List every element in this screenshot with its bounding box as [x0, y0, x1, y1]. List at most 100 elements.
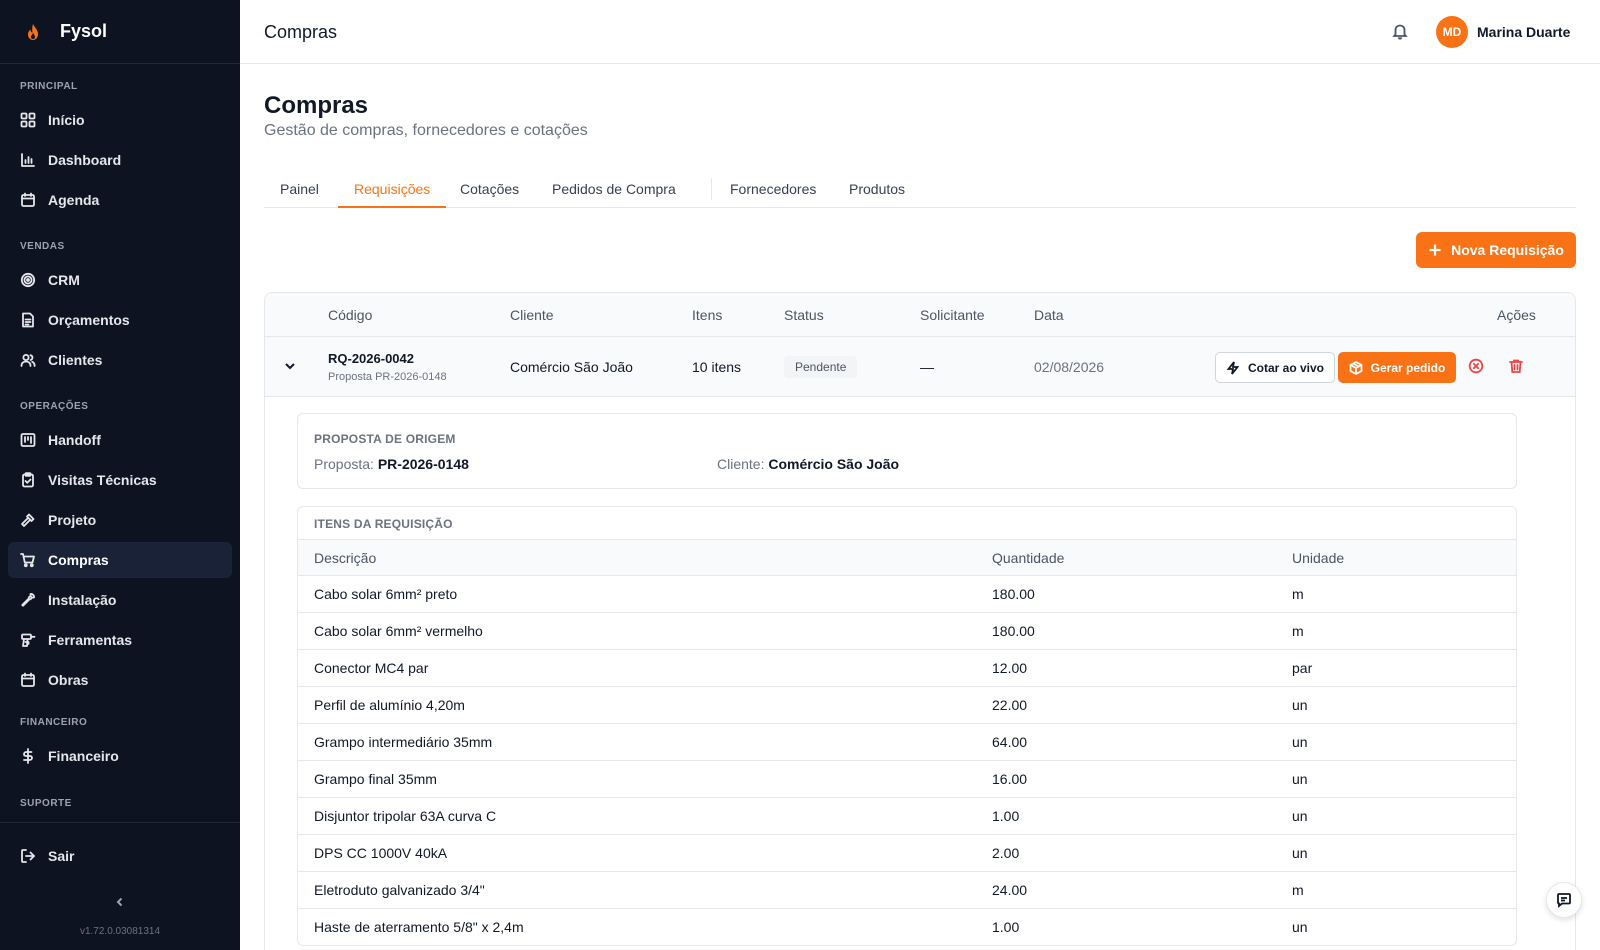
tab-produtos[interactable]: Produtos	[833, 170, 921, 208]
nav-section-vendas: VENDAS	[20, 241, 65, 252]
cart-icon	[20, 553, 35, 568]
chevron-left-icon	[116, 897, 123, 907]
item-unit: m	[1292, 586, 1304, 602]
brand[interactable]: Fysol	[0, 0, 240, 64]
requisition-client: Comércio São João	[510, 359, 633, 375]
collapse-sidebar-button[interactable]	[110, 892, 130, 912]
trash-icon	[1509, 359, 1523, 373]
sidebar-item-dashboard[interactable]: Dashboard	[8, 142, 232, 178]
kanban-icon	[20, 433, 36, 447]
app-version: v1.72.0.03081314	[79, 926, 161, 937]
sidebar-item-label: CRM	[48, 272, 80, 288]
cancel-requisition-button[interactable]	[1468, 358, 1486, 376]
sidebar-item-label: Projeto	[48, 512, 97, 528]
sidebar-item-handoff[interactable]: Handoff	[8, 422, 232, 458]
document-icon	[22, 312, 34, 328]
item-unit: un	[1292, 734, 1308, 750]
table-row: Cabo solar 6mm² preto 180.00 m	[298, 576, 1516, 613]
chat-button[interactable]	[1546, 882, 1582, 918]
column-header-codigo[interactable]: Código	[328, 307, 372, 323]
sidebar-item-agenda[interactable]: Agenda	[8, 182, 232, 218]
origin-client-key: Cliente:	[717, 456, 765, 472]
items-column-descricao: Descrição	[314, 550, 377, 566]
new-requisition-button[interactable]: Nova Requisição	[1416, 232, 1576, 268]
generate-order-button[interactable]: Gerar pedido	[1338, 352, 1456, 383]
sidebar-item-clientes[interactable]: Clientes	[8, 342, 232, 378]
origin-card-title: PROPOSTA DE ORIGEM	[314, 432, 456, 446]
tab-painel[interactable]: Painel	[264, 170, 335, 208]
target-icon	[20, 272, 36, 288]
home-grid-icon	[20, 112, 36, 128]
item-description: Haste de aterramento 5/8" x 2,4m	[314, 919, 524, 935]
avatar[interactable]: MD	[1436, 16, 1468, 48]
sidebar-item-inicio[interactable]: Início	[8, 102, 232, 138]
sidebar-item-orcamentos[interactable]: Orçamentos	[8, 302, 232, 338]
table-row: Haste de aterramento 5/8" x 2,4m 1.00 un	[298, 909, 1516, 945]
sidebar-item-crm[interactable]: CRM	[8, 262, 232, 298]
notifications-button[interactable]	[1391, 22, 1409, 40]
table-row[interactable]: RQ-2026-0042 Proposta PR-2026-0148 Comér…	[265, 337, 1575, 397]
calendar-icon	[21, 192, 35, 207]
origin-proposal-key: Proposta:	[314, 456, 374, 472]
item-quantity: 1.00	[992, 919, 1020, 935]
requisition-items-card: ITENS DA REQUISIÇÃO Descrição Quantidade…	[297, 506, 1517, 946]
logout-label: Sair	[48, 848, 75, 864]
logout-button[interactable]: Sair	[8, 838, 232, 874]
sidebar-item-label: Handoff	[48, 432, 101, 448]
sidebar-item-instalacao[interactable]: Instalação	[8, 582, 232, 618]
column-header-status[interactable]: Status	[784, 307, 824, 323]
table-row: Perfil de alumínio 4,20m 22.00 un	[298, 687, 1516, 724]
cancel-circle-icon	[1468, 358, 1484, 374]
delete-requisition-button[interactable]	[1508, 358, 1526, 376]
origin-proposal: Proposta: PR-2026-0148	[314, 456, 469, 472]
sidebar-item-compras[interactable]: Compras	[8, 542, 232, 578]
sidebar-item-projeto[interactable]: Projeto	[8, 502, 232, 538]
tab-cotacoes[interactable]: Cotações	[444, 170, 535, 208]
tabs-divider	[711, 178, 712, 200]
generate-order-label: Gerar pedido	[1370, 360, 1446, 375]
item-unit: par	[1292, 660, 1313, 676]
sidebar-item-label: Visitas Técnicas	[48, 472, 157, 488]
item-quantity: 180.00	[992, 586, 1035, 602]
sidebar-item-ferramentas[interactable]: Ferramentas	[8, 622, 232, 658]
origin-proposal-value[interactable]: PR-2026-0148	[378, 456, 469, 472]
requisition-items-count: 10 itens	[692, 359, 742, 375]
sidebar-item-label: Agenda	[48, 192, 100, 208]
nav-section-suporte: SUPORTE	[20, 798, 72, 809]
tab-fornecedores[interactable]: Fornecedores	[714, 170, 832, 208]
table-row: Grampo final 35mm 16.00 un	[298, 761, 1516, 798]
chat-icon	[1557, 893, 1571, 908]
item-description: Grampo final 35mm	[314, 771, 437, 787]
item-description: Conector MC4 par	[314, 660, 429, 676]
item-quantity: 2.00	[992, 845, 1020, 861]
quote-live-label: Cotar ao vivo	[1247, 360, 1325, 375]
new-requisition-label: Nova Requisição	[1451, 242, 1564, 258]
status-badge: Pendente	[784, 356, 858, 378]
sidebar-item-label: Início	[48, 112, 85, 128]
item-description: Perfil de alumínio 4,20m	[314, 697, 465, 713]
sidebar: Fysol PRINCIPAL Início Dashboard Agenda …	[0, 0, 240, 950]
items-column-quantidade: Quantidade	[992, 550, 1065, 566]
bar-chart-icon	[21, 153, 35, 167]
sidebar-item-obras[interactable]: Obras	[8, 662, 232, 698]
column-header-cliente[interactable]: Cliente	[510, 307, 554, 323]
tab-pedidos-de-compra[interactable]: Pedidos de Compra	[536, 170, 692, 208]
page-subtitle: Gestão de compras, fornecedores e cotaçõ…	[264, 122, 588, 139]
quote-live-button[interactable]: Cotar ao vivo	[1215, 352, 1335, 383]
sidebar-item-visitas-tecnicas[interactable]: Visitas Técnicas	[8, 462, 232, 498]
wrench-icon	[21, 593, 35, 607]
column-header-solicitante[interactable]: Solicitante	[920, 307, 985, 323]
sidebar-item-financeiro[interactable]: Financeiro	[8, 738, 232, 774]
chevron-down-icon	[285, 363, 295, 370]
requisitions-table: Código Cliente Itens Status Solicitante …	[264, 292, 1576, 950]
expand-row-button[interactable]	[283, 359, 297, 373]
item-quantity: 180.00	[992, 623, 1035, 639]
column-header-data[interactable]: Data	[1034, 307, 1064, 323]
tab-requisicoes[interactable]: Requisições	[338, 170, 447, 208]
column-header-itens[interactable]: Itens	[692, 307, 722, 323]
users-icon	[20, 354, 36, 367]
sidebar-item-label: Dashboard	[48, 152, 122, 168]
page-title: Compras	[264, 92, 369, 119]
table-row: Conector MC4 par 12.00 par	[298, 650, 1516, 687]
user-name[interactable]: Marina Duarte	[1477, 24, 1570, 40]
